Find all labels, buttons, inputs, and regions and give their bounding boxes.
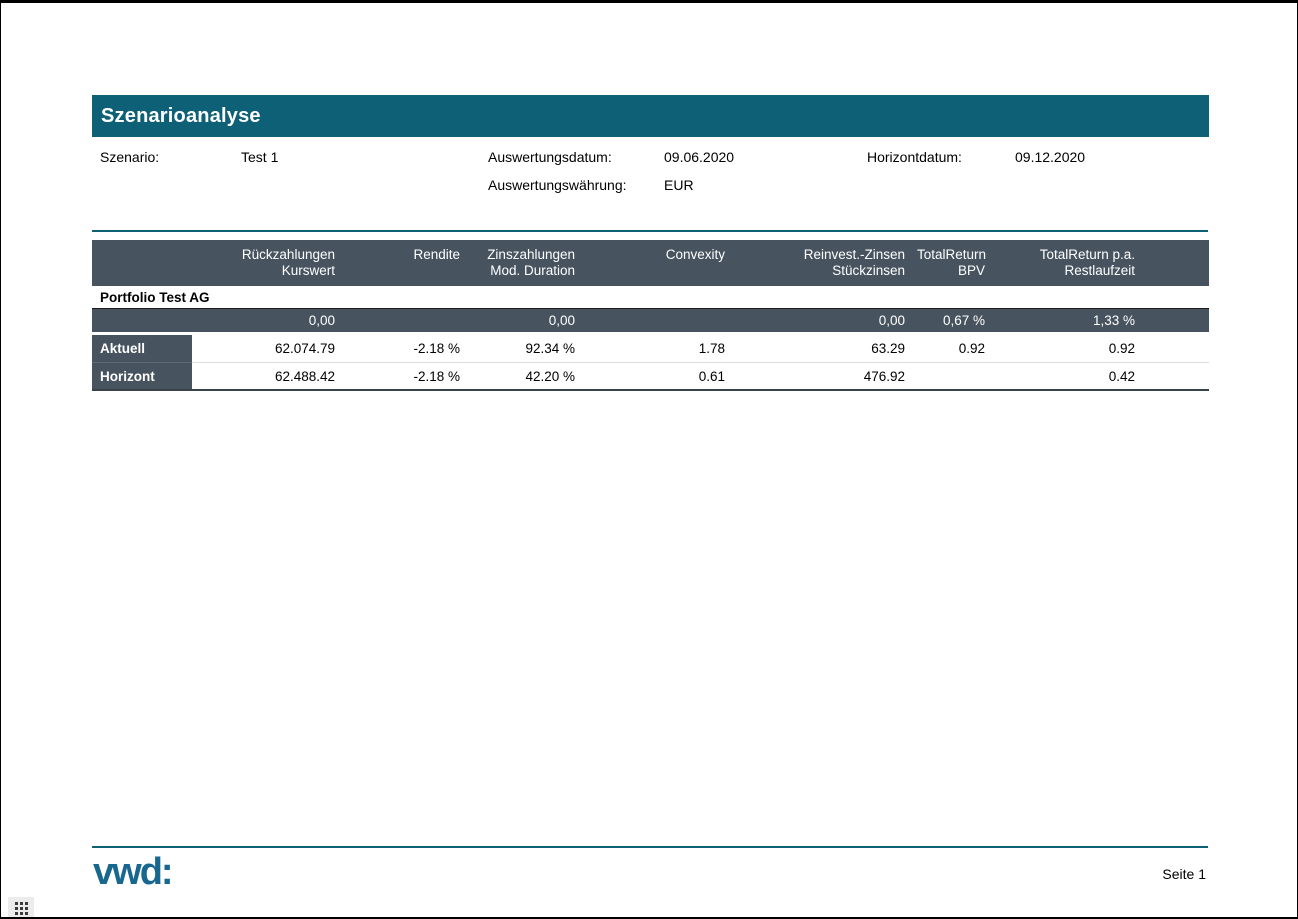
horizontdatum-value: 09.12.2020 [1015,149,1085,165]
aktuell-rendite: -2.18 % [347,335,472,363]
horizont-bpv [917,363,997,391]
page-number: Seite 1 [1162,866,1206,882]
column-header-empty [92,247,192,286]
aktuell-stueckzinsen: 63.29 [737,335,917,363]
horizont-restlaufzeit: 0.42 [997,363,1209,391]
row-label-horizont: Horizont [92,363,192,391]
summary-rendite [347,309,472,332]
table-row-aktuell: Aktuell 62.074.79 -2.18 % 92.34 % 1.78 6… [92,335,1209,363]
grid-icon[interactable] [8,897,34,919]
footer-rule [92,846,1208,848]
aktuell-convexity: 1.78 [587,335,737,363]
column-header-restlaufzeit: TotalReturn p.a. Restlaufzeit [997,247,1209,286]
summary-reinvest-zinsen: 0,00 [737,309,917,332]
column-header-stueckzinsen: Reinvest.-Zinsen Stückzinsen [737,247,917,286]
auswertungswaehrung-value: EUR [664,177,694,193]
vwd-logo: vwd: [93,851,172,894]
horizont-rendite: -2.18 % [347,363,472,391]
aktuell-kurswert: 62.074.79 [192,335,347,363]
summary-zinszahlungen: 0,00 [472,309,587,332]
aktuell-bpv: 0.92 [917,335,997,363]
horizont-convexity: 0.61 [587,363,737,391]
auswertungsdatum-value: 09.06.2020 [664,149,734,165]
column-header-kurswert: Rückzahlungen Kurswert [192,247,347,286]
row-label-aktuell: Aktuell [92,335,192,363]
column-header-convexity: Convexity [587,247,737,286]
portfolio-group-row: Portfolio Test AG [92,286,1209,309]
aktuell-restlaufzeit: 0.92 [997,335,1209,363]
summary-totalreturn-pa: 1,33 % [997,309,1209,332]
column-header-bpv: TotalReturn BPV [917,247,997,286]
summary-convexity [587,309,737,332]
portfolio-summary-row: 0,00 0,00 0,00 0,67 % 1,33 % [92,309,1209,332]
szenario-value: Test 1 [241,149,278,165]
report-page: Szenarioanalyse Szenario: Test 1 Auswert… [0,0,1298,919]
summary-totalreturn: 0,67 % [917,309,997,332]
table-row-horizont: Horizont 62.488.42 -2.18 % 42.20 % 0.61 … [92,363,1209,391]
table-top-rule [92,230,1208,232]
aktuell-mod-duration: 92.34 % [472,335,587,363]
summary-rueckzahlungen: 0,00 [192,309,347,332]
page-title: Szenarioanalyse [92,105,261,128]
horizont-mod-duration: 42.20 % [472,363,587,391]
report-title-bar: Szenarioanalyse [92,95,1209,137]
auswertungswaehrung-label: Auswertungswährung: [488,177,627,193]
table-header-row: Rückzahlungen Kurswert Rendite Zinszahlu… [92,240,1209,286]
szenario-label: Szenario: [100,149,159,165]
horizont-kurswert: 62.488.42 [192,363,347,391]
horizont-stueckzinsen: 476.92 [737,363,917,391]
portfolio-group-label: Portfolio Test AG [92,286,1209,308]
scenario-results-table: Rückzahlungen Kurswert Rendite Zinszahlu… [92,240,1209,391]
auswertungsdatum-label: Auswertungsdatum: [488,149,612,165]
column-header-rendite: Rendite [347,247,472,286]
column-header-mod-duration: Zinszahlungen Mod. Duration [472,247,587,286]
grid-dots-glyph [15,902,28,915]
horizontdatum-label: Horizontdatum: [867,149,962,165]
